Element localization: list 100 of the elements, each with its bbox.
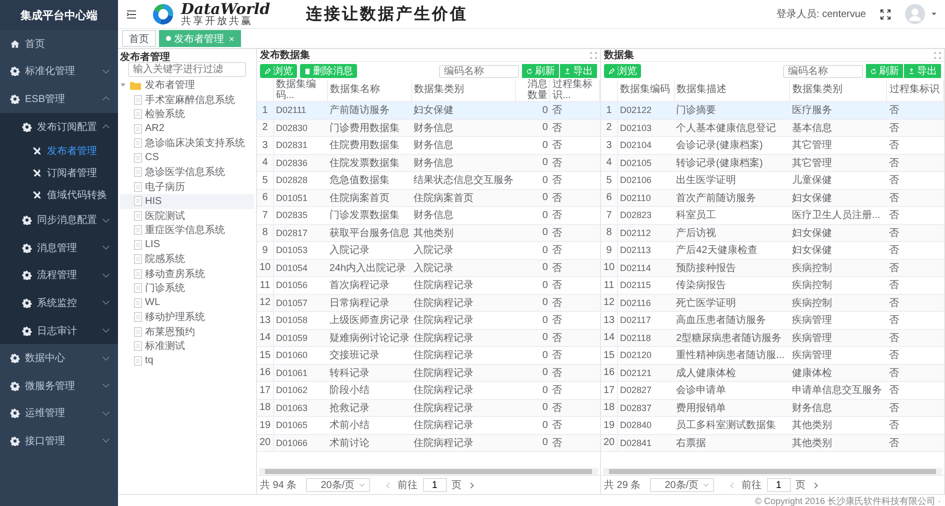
table-row[interactable]: 2 D02103 个人基本健康信息登记 基本信息 否 [601, 119, 944, 136]
table-row[interactable]: 18 D02837 费用报销单 财务信息 否 [601, 399, 944, 416]
search-field[interactable]: 编码名称 [439, 64, 519, 78]
table-row[interactable]: 14 D01059 疑难病例讨论记录 住院病程记录 0 否 [257, 329, 600, 346]
filter-field[interactable]: 输入关键字进行过滤 [128, 62, 246, 77]
table-row[interactable]: 19 D02840 员工多科室测试数据集 其他类别 否 [601, 416, 944, 434]
sidebar-item[interactable]: 首页 [0, 30, 118, 58]
sidebar-item[interactable]: 发布者管理 [0, 140, 118, 162]
table-row[interactable]: 3 D02104 会诊记录(健康档案) 其它管理 否 [601, 136, 944, 154]
table-row[interactable]: 2 D02830 门诊费用数据集 财务信息 0 否 [257, 119, 600, 136]
menu-icon[interactable] [126, 10, 137, 18]
caret-icon[interactable] [931, 12, 937, 16]
table-row[interactable]: 15 D01060 交接班记录 住院病程记录 0 否 [257, 346, 600, 364]
fullscreen-icon[interactable] [880, 8, 891, 20]
sidebar-item[interactable]: ESB管理 [0, 85, 118, 113]
sidebar-item[interactable]: 微服务管理 [0, 372, 118, 400]
tree-item[interactable]: WL [120, 296, 254, 310]
table-row[interactable]: 9 D01053 入院记录 入院记录 0 否 [257, 242, 600, 259]
sidebar-item[interactable]: 运维管理 [0, 400, 118, 428]
tree-item[interactable]: 门诊系统 [120, 281, 254, 296]
table-row[interactable]: 1 D02122 门诊摘要 医疗服务 否 [601, 102, 944, 119]
table-row[interactable]: 17 D01062 阶段小结 住院病程记录 0 否 [257, 382, 600, 399]
previous-page-icon[interactable] [386, 482, 390, 488]
tree-item[interactable]: CS [120, 150, 254, 165]
page-size-select[interactable]: 20条/页 [306, 478, 370, 492]
page-input[interactable]: 1 [766, 478, 791, 492]
sidebar-item[interactable]: 订阅者管理 [0, 162, 118, 184]
tree-item[interactable]: 院感系统 [120, 252, 254, 266]
table-row[interactable]: 6 D02110 首次产前随访服务 妇女保健 否 [601, 189, 944, 206]
tree-item[interactable]: 移动护理系统 [120, 310, 254, 324]
sidebar-item[interactable]: 同步消息配置 [0, 206, 118, 234]
tree-item[interactable]: 布莱恩预约 [120, 324, 254, 339]
sidebar-item[interactable]: 流程管理 [0, 262, 118, 290]
tree-item[interactable]: tq [120, 354, 254, 368]
table-cell: D02106 [618, 172, 674, 189]
previous-page-icon[interactable] [730, 482, 734, 488]
table-row[interactable]: 10 D01054 24h内入出院记录 入院记录 0 否 [257, 259, 600, 276]
sidebar-item[interactable]: 值域代码转换 [0, 184, 118, 206]
sidebar-item[interactable]: 日志审计 [0, 316, 118, 344]
table-row[interactable]: 16 D02121 成人健康体检 健康体检 否 [601, 364, 944, 382]
table-row[interactable]: 8 D02817 获取平台服务信息 其他类别 0 否 [257, 224, 600, 242]
page-size-select[interactable]: 20条/页 [650, 478, 714, 492]
search-field[interactable]: 编码名称 [783, 64, 863, 78]
table-row[interactable]: 20 D02841 右票据 其他类别 否 [601, 434, 944, 452]
table-row[interactable]: 10 D02114 预防接种报告 疾病控制 否 [601, 259, 944, 276]
tree-item[interactable]: 标准测试 [120, 339, 254, 354]
table-row[interactable]: 11 D02115 传染病报告 疾病控制 否 [601, 276, 944, 294]
tab[interactable]: 首页 [122, 30, 156, 47]
table-row[interactable]: 17 D02827 会诊申请单 申请单信息交互服务 否 [601, 382, 944, 399]
slogan: 连接让数据产生价值 [306, 4, 468, 24]
page-input[interactable]: 1 [422, 478, 447, 492]
tree-item[interactable]: 移动查房系统 [120, 266, 254, 281]
table-row[interactable]: 6 D01051 住院病案首页 住院病案首页 0 否 [257, 189, 600, 206]
tree-item[interactable]: 急诊医学信息系统 [120, 165, 254, 180]
table-cell: 否 [550, 434, 600, 452]
table-row[interactable]: 4 D02836 住院发票数据集 财务信息 0 否 [257, 154, 600, 172]
table-row[interactable]: 13 D02117 高血压患者随访服务 疾病管理 否 [601, 312, 944, 329]
table-row[interactable]: 19 D01065 术前小结 住院病程记录 0 否 [257, 416, 600, 434]
table-row[interactable]: 7 D02835 门诊发票数据集 财务信息 0 否 [257, 206, 600, 224]
tree-item[interactable]: LIS [120, 238, 254, 252]
tree-item[interactable]: 电子病历 [120, 180, 254, 194]
table-row[interactable]: 20 D01066 术前讨论 住院病程记录 0 否 [257, 434, 600, 452]
table-row[interactable]: 15 D02120 重性精神病患者随访服... 疾病管理 否 [601, 346, 944, 364]
tree-item[interactable]: 手术室麻醉信息系统 [120, 92, 254, 107]
table-row[interactable]: 9 D02113 产后42天健康检查 妇女保健 否 [601, 242, 944, 259]
sidebar-item[interactable]: 发布订阅配置 [0, 112, 118, 140]
sidebar-item[interactable]: 标准化管理 [0, 58, 118, 86]
table-row[interactable]: 14 D02118 2型糖尿病患者随访服务 疾病管理 否 [601, 329, 944, 346]
horizontal-scrollbar[interactable] [603, 468, 942, 475]
table-cell: 否 [886, 206, 944, 224]
next-page-icon[interactable] [814, 482, 818, 488]
sidebar-item[interactable]: 接口管理 [0, 427, 118, 455]
tree-item[interactable]: 重症医学信息系统 [120, 223, 254, 238]
tree-item[interactable]: 急诊临床决策支持系统 [120, 136, 254, 150]
sidebar-item[interactable]: 系统监控 [0, 289, 118, 317]
table-row[interactable]: 11 D01056 首次病程记录 住院病程记录 0 否 [257, 276, 600, 294]
table-row[interactable]: 12 D01057 日常病程记录 住院病程记录 0 否 [257, 294, 600, 312]
table-cell: 否 [550, 102, 600, 119]
table-row[interactable]: 12 D02116 死亡医学证明 疾病控制 否 [601, 294, 944, 312]
table-row[interactable]: 7 D02823 科室员工 医疗卫生人员注册... 否 [601, 206, 944, 224]
sidebar-item[interactable]: 数据中心 [0, 344, 118, 372]
goto-label: 前往 [742, 478, 762, 492]
tree-node[interactable]: 发布者管理 [120, 78, 254, 92]
table-row[interactable]: 16 D01061 转科记录 住院病程记录 0 否 [257, 364, 600, 382]
table-row[interactable]: 3 D02831 住院费用数据集 财务信息 0 否 [257, 136, 600, 154]
horizontal-scrollbar[interactable] [259, 468, 598, 475]
table-row[interactable]: 18 D01063 抢救记录 住院病程记录 0 否 [257, 399, 600, 416]
tree-item[interactable]: HIS [120, 194, 254, 208]
table-row[interactable]: 5 D02106 出生医学证明 儿童保健 否 [601, 172, 944, 189]
table-row[interactable]: 13 D01058 上级医师查房记录 住院病程记录 0 否 [257, 312, 600, 329]
table-row[interactable]: 4 D02105 转诊记录(健康档案) 其它管理 否 [601, 154, 944, 172]
table-row[interactable]: 1 D02111 产前随访服务 妇女保健 0 否 [257, 102, 600, 119]
next-page-icon[interactable] [470, 482, 474, 488]
tree-item[interactable]: 医院测试 [120, 208, 254, 223]
table-row[interactable]: 5 D02828 危急值数据集 结果状态信息交互服务 0 否 [257, 172, 600, 189]
tree-item[interactable]: 检验系统 [120, 107, 254, 122]
table-cell: 首次病程记录 [327, 276, 412, 294]
table-row[interactable]: 8 D02112 产后访视 妇女保健 否 [601, 224, 944, 242]
tree-item[interactable]: AR2 [120, 122, 254, 136]
sidebar-item[interactable]: 消息管理 [0, 234, 118, 262]
